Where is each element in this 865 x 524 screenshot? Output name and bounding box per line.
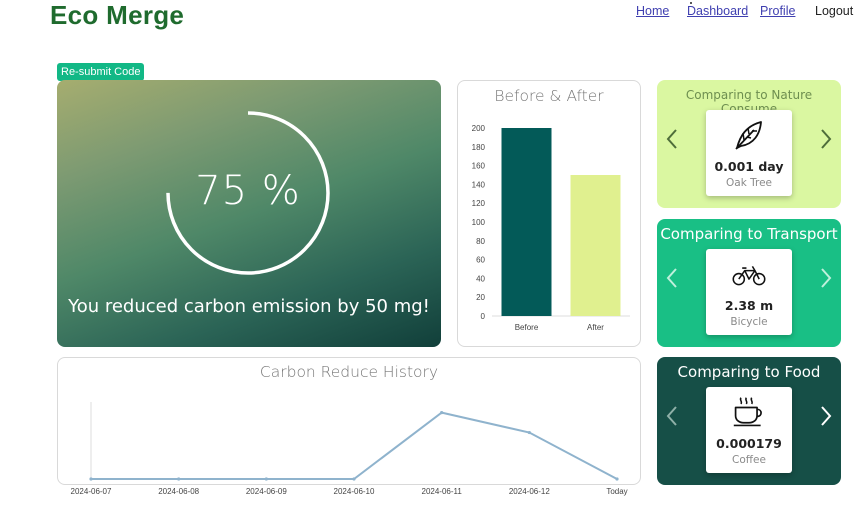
y-tick-label: 0 (481, 312, 486, 321)
food-comparison-card: Comparing to Food 0.000179 Coffee (657, 357, 841, 485)
history-point (440, 411, 444, 415)
bar-before (501, 128, 552, 316)
transport-comparison-title: Comparing to Transport (660, 225, 838, 243)
food-comparison-value: 0.000179 (716, 436, 782, 451)
y-tick-label: 20 (476, 293, 485, 302)
history-series-line (91, 411, 618, 480)
history-point (615, 477, 619, 481)
y-tick-label: 80 (476, 237, 485, 246)
nature-comparison-tile: 0.001 day Oak Tree (706, 110, 792, 196)
transport-comparison-value: 2.38 m (724, 298, 774, 313)
y-tick-label: 40 (476, 274, 485, 283)
nav-logout-link[interactable]: Logout (815, 4, 853, 18)
history-chart: 2024-06-07 2024-06-08 2024-06-09 2024-06-10… (71, 402, 628, 496)
x-tick-label: 2024-06-08 (158, 487, 199, 496)
x-tick-label: 2024-06-07 (71, 487, 112, 496)
chevron-left-icon[interactable] (665, 267, 679, 289)
resubmit-code-button[interactable]: Re-submit Code (57, 63, 145, 81)
coffee-cup-icon (733, 397, 762, 427)
nav-home-link[interactable]: Home (636, 4, 669, 18)
x-tick-label: 2024-06-12 (509, 487, 550, 496)
transport-comparison-tile: 2.38 m Bicycle (706, 249, 792, 335)
dashboard-page: Eco Merge Home Dashboard Profile Logout … (0, 0, 865, 524)
x-tick-label: After (587, 323, 604, 332)
x-tick-label: 2024-06-10 (334, 487, 375, 496)
chevron-right-icon[interactable] (819, 128, 833, 150)
x-tick-label: Before (515, 323, 539, 332)
nature-comparison-label: Oak Tree (726, 177, 772, 189)
history-point (264, 477, 268, 481)
reduction-message: You reduced carbon emission by 50 mg! (68, 296, 430, 317)
reduction-hero-card: 75 % You reduced carbon emission by 50 m… (57, 80, 441, 347)
nav-indicator-dot (690, 2, 692, 4)
x-tick-label: 2024-06-09 (246, 487, 287, 496)
history-point (527, 430, 531, 435)
before-after-card: Before & After 0 20 40 60 80 100 120 140 160 180 2… (457, 80, 641, 347)
bicycle-icon (732, 265, 766, 286)
progress-percent: 75 % (195, 168, 301, 214)
nav-profile-link[interactable]: Profile (760, 4, 795, 18)
nav-dashboard-link[interactable]: Dashboard (687, 4, 748, 18)
y-tick-label: 180 (472, 143, 486, 152)
food-comparison-title: Comparing to Food (677, 363, 821, 381)
x-tick-label: Today (606, 487, 627, 496)
chevron-left-icon[interactable] (665, 128, 679, 150)
y-tick-label: 140 (472, 180, 486, 189)
history-point (89, 477, 93, 481)
y-tick-label: 120 (472, 199, 486, 208)
history-point (177, 477, 181, 481)
x-tick-label: 2024-06-11 (422, 487, 463, 496)
y-tick-label: 200 (472, 124, 486, 133)
bar-after (570, 175, 621, 316)
transport-comparison-label: Bicycle (730, 316, 768, 328)
chevron-right-icon[interactable] (819, 267, 833, 289)
y-tick-label: 100 (472, 218, 486, 227)
chevron-left-icon[interactable] (665, 405, 679, 427)
leaf-icon (735, 121, 762, 150)
nature-comparison-value: 0.001 day (714, 159, 784, 174)
y-tick-label: 160 (472, 162, 486, 171)
transport-comparison-card: Comparing to Transport 2.38 m Bicycle (657, 219, 841, 347)
top-nav: Home Dashboard Profile Logout (0, 2, 865, 22)
food-comparison-label: Coffee (732, 454, 766, 466)
chevron-right-icon[interactable] (819, 405, 833, 427)
y-tick-label: 60 (476, 256, 485, 265)
before-after-chart: 0 20 40 60 80 100 120 140 160 180 200 Before After (472, 124, 630, 332)
food-comparison-tile: 0.000179 Coffee (706, 387, 792, 473)
nature-comparison-card: Comparing to Nature Consume 0.001 day Oa… (657, 80, 841, 208)
history-point (352, 477, 356, 481)
